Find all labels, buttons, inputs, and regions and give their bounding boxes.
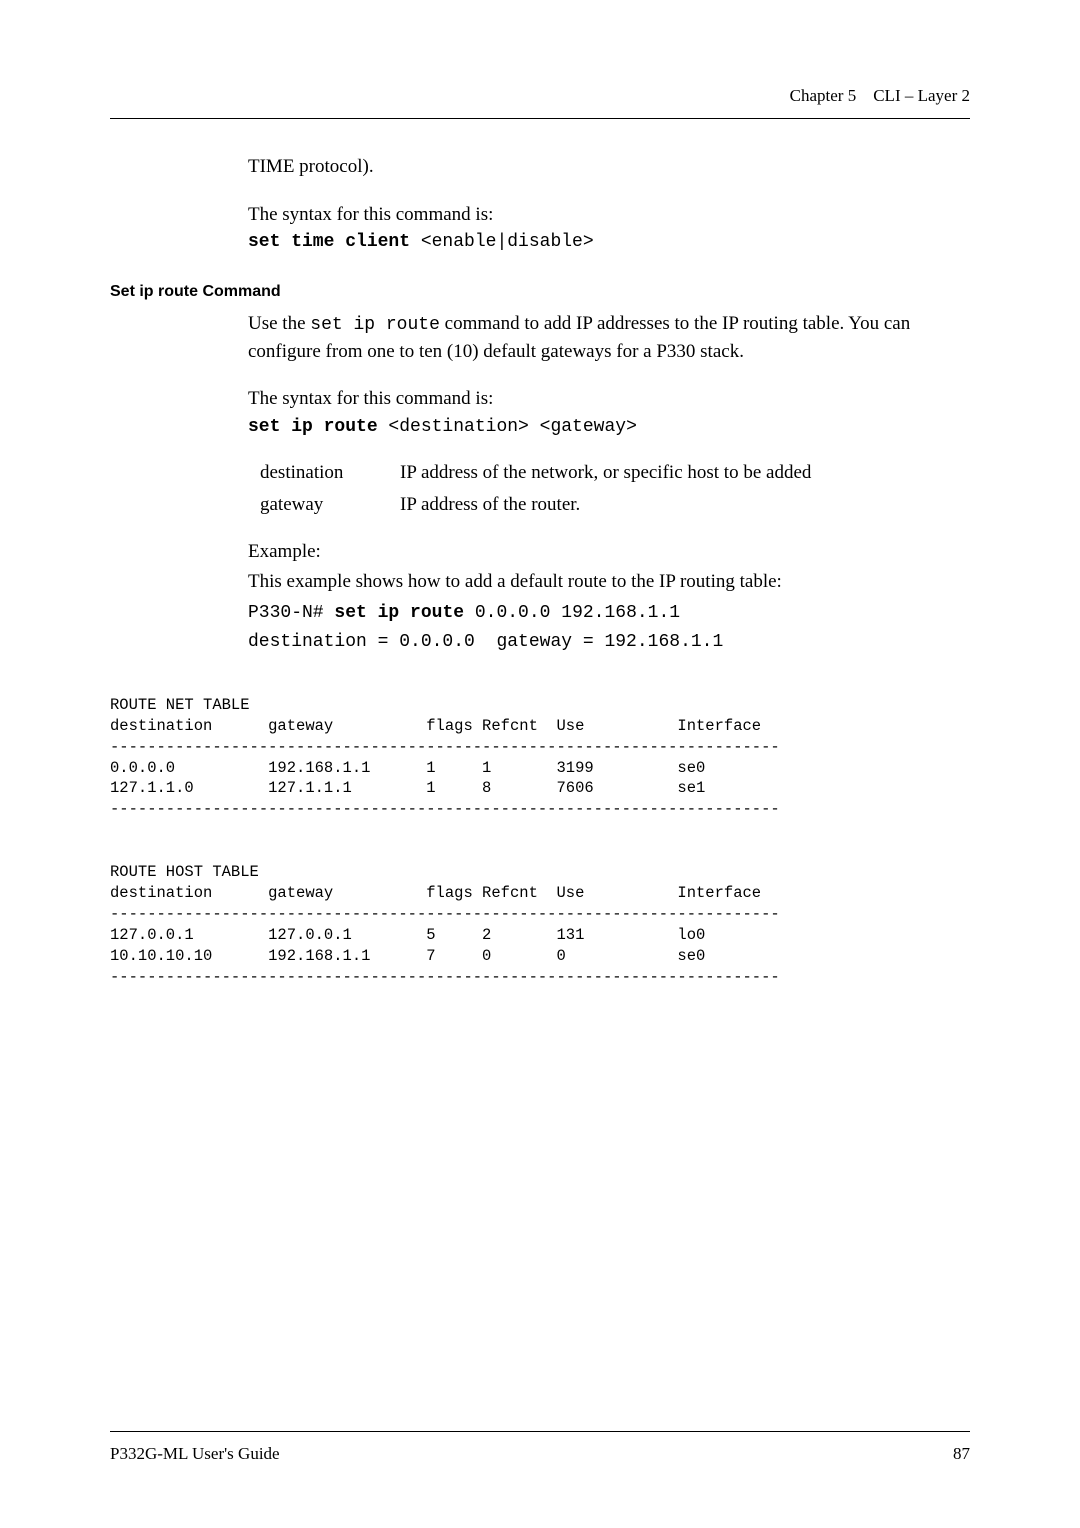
- definitions: destination IP address of the network, o…: [260, 459, 970, 518]
- def-gateway: gateway IP address of the router.: [260, 491, 970, 519]
- cmd2-args: <destination> <gateway>: [378, 417, 637, 437]
- example-cmd-line: P330-N# set ip route 0.0.0.0 192.168.1.1: [248, 601, 970, 625]
- def-destination-term: destination: [260, 459, 400, 487]
- table1-title: ROUTE NET TABLE: [110, 696, 250, 714]
- table2-sep: ----------------------------------------…: [110, 905, 780, 923]
- syntax-intro-1: The syntax for this command is:: [248, 201, 970, 229]
- set-ip-route-desc: Use the set ip route command to add IP a…: [248, 310, 970, 366]
- table2-header: destination gateway flags Refcnt Use Int…: [110, 884, 761, 902]
- section-set-ip-route: Set ip route Command: [110, 280, 970, 303]
- table1-sep2: ----------------------------------------…: [110, 800, 780, 818]
- ex-cmd-bold: set ip route: [334, 603, 464, 623]
- example-output-line: destination = 0.0.0.0 gateway = 192.168.…: [248, 630, 970, 654]
- footer-page-number: 87: [953, 1444, 970, 1464]
- example-label: Example:: [248, 538, 970, 566]
- ex-cmd-args: 0.0.0.0 192.168.1.1: [464, 603, 680, 623]
- table2-title: ROUTE HOST TABLE: [110, 863, 259, 881]
- example-intro: This example shows how to add a default …: [248, 568, 970, 596]
- time-protocol-text: TIME protocol).: [248, 153, 970, 181]
- table2-r2: 10.10.10.10 192.168.1.1 7 0 0 se0: [110, 947, 705, 965]
- p2a: Use the: [248, 313, 310, 334]
- table1-header: destination gateway flags Refcnt Use Int…: [110, 717, 761, 735]
- chapter-label: Chapter 5: [790, 86, 857, 105]
- page-footer: P332G-ML User's Guide 87: [110, 1431, 970, 1464]
- page-header: Chapter 5 CLI – Layer 2: [110, 86, 970, 106]
- table2-sep2: ----------------------------------------…: [110, 968, 780, 986]
- p2-mono: set ip route: [310, 315, 440, 335]
- cmd1-args: <enable|disable>: [410, 232, 594, 252]
- def-gateway-term: gateway: [260, 491, 400, 519]
- def-gateway-def: IP address of the router.: [400, 491, 970, 519]
- ex-prompt: P330-N#: [248, 603, 334, 623]
- content-area: TIME protocol). The syntax for this comm…: [110, 153, 970, 988]
- def-destination-def: IP address of the network, or specific h…: [400, 459, 970, 487]
- route-tables-output: ROUTE NET TABLE destination gateway flag…: [110, 674, 970, 988]
- header-rule: [110, 118, 970, 119]
- table1-r2: 127.1.1.0 127.1.1.1 1 8 7606 se1: [110, 779, 705, 797]
- footer-left: P332G-ML User's Guide: [110, 1444, 280, 1464]
- syntax-intro-2: The syntax for this command is:: [248, 385, 970, 413]
- table2-r1: 127.0.0.1 127.0.0.1 5 2 131 lo0: [110, 926, 705, 944]
- table1-r1: 0.0.0.0 192.168.1.1 1 1 3199 se0: [110, 759, 705, 777]
- table1-sep: ----------------------------------------…: [110, 738, 780, 756]
- def-destination: destination IP address of the network, o…: [260, 459, 970, 487]
- cmd-set-ip-route: set ip route <destination> <gateway>: [248, 415, 970, 439]
- chapter-title: CLI – Layer 2: [873, 86, 970, 105]
- cmd2-keyword: set ip route: [248, 417, 378, 437]
- cmd-set-time-client: set time client <enable|disable>: [248, 230, 970, 254]
- cmd1-keyword: set time client: [248, 232, 410, 252]
- page: Chapter 5 CLI – Layer 2 TIME protocol). …: [0, 0, 1080, 1528]
